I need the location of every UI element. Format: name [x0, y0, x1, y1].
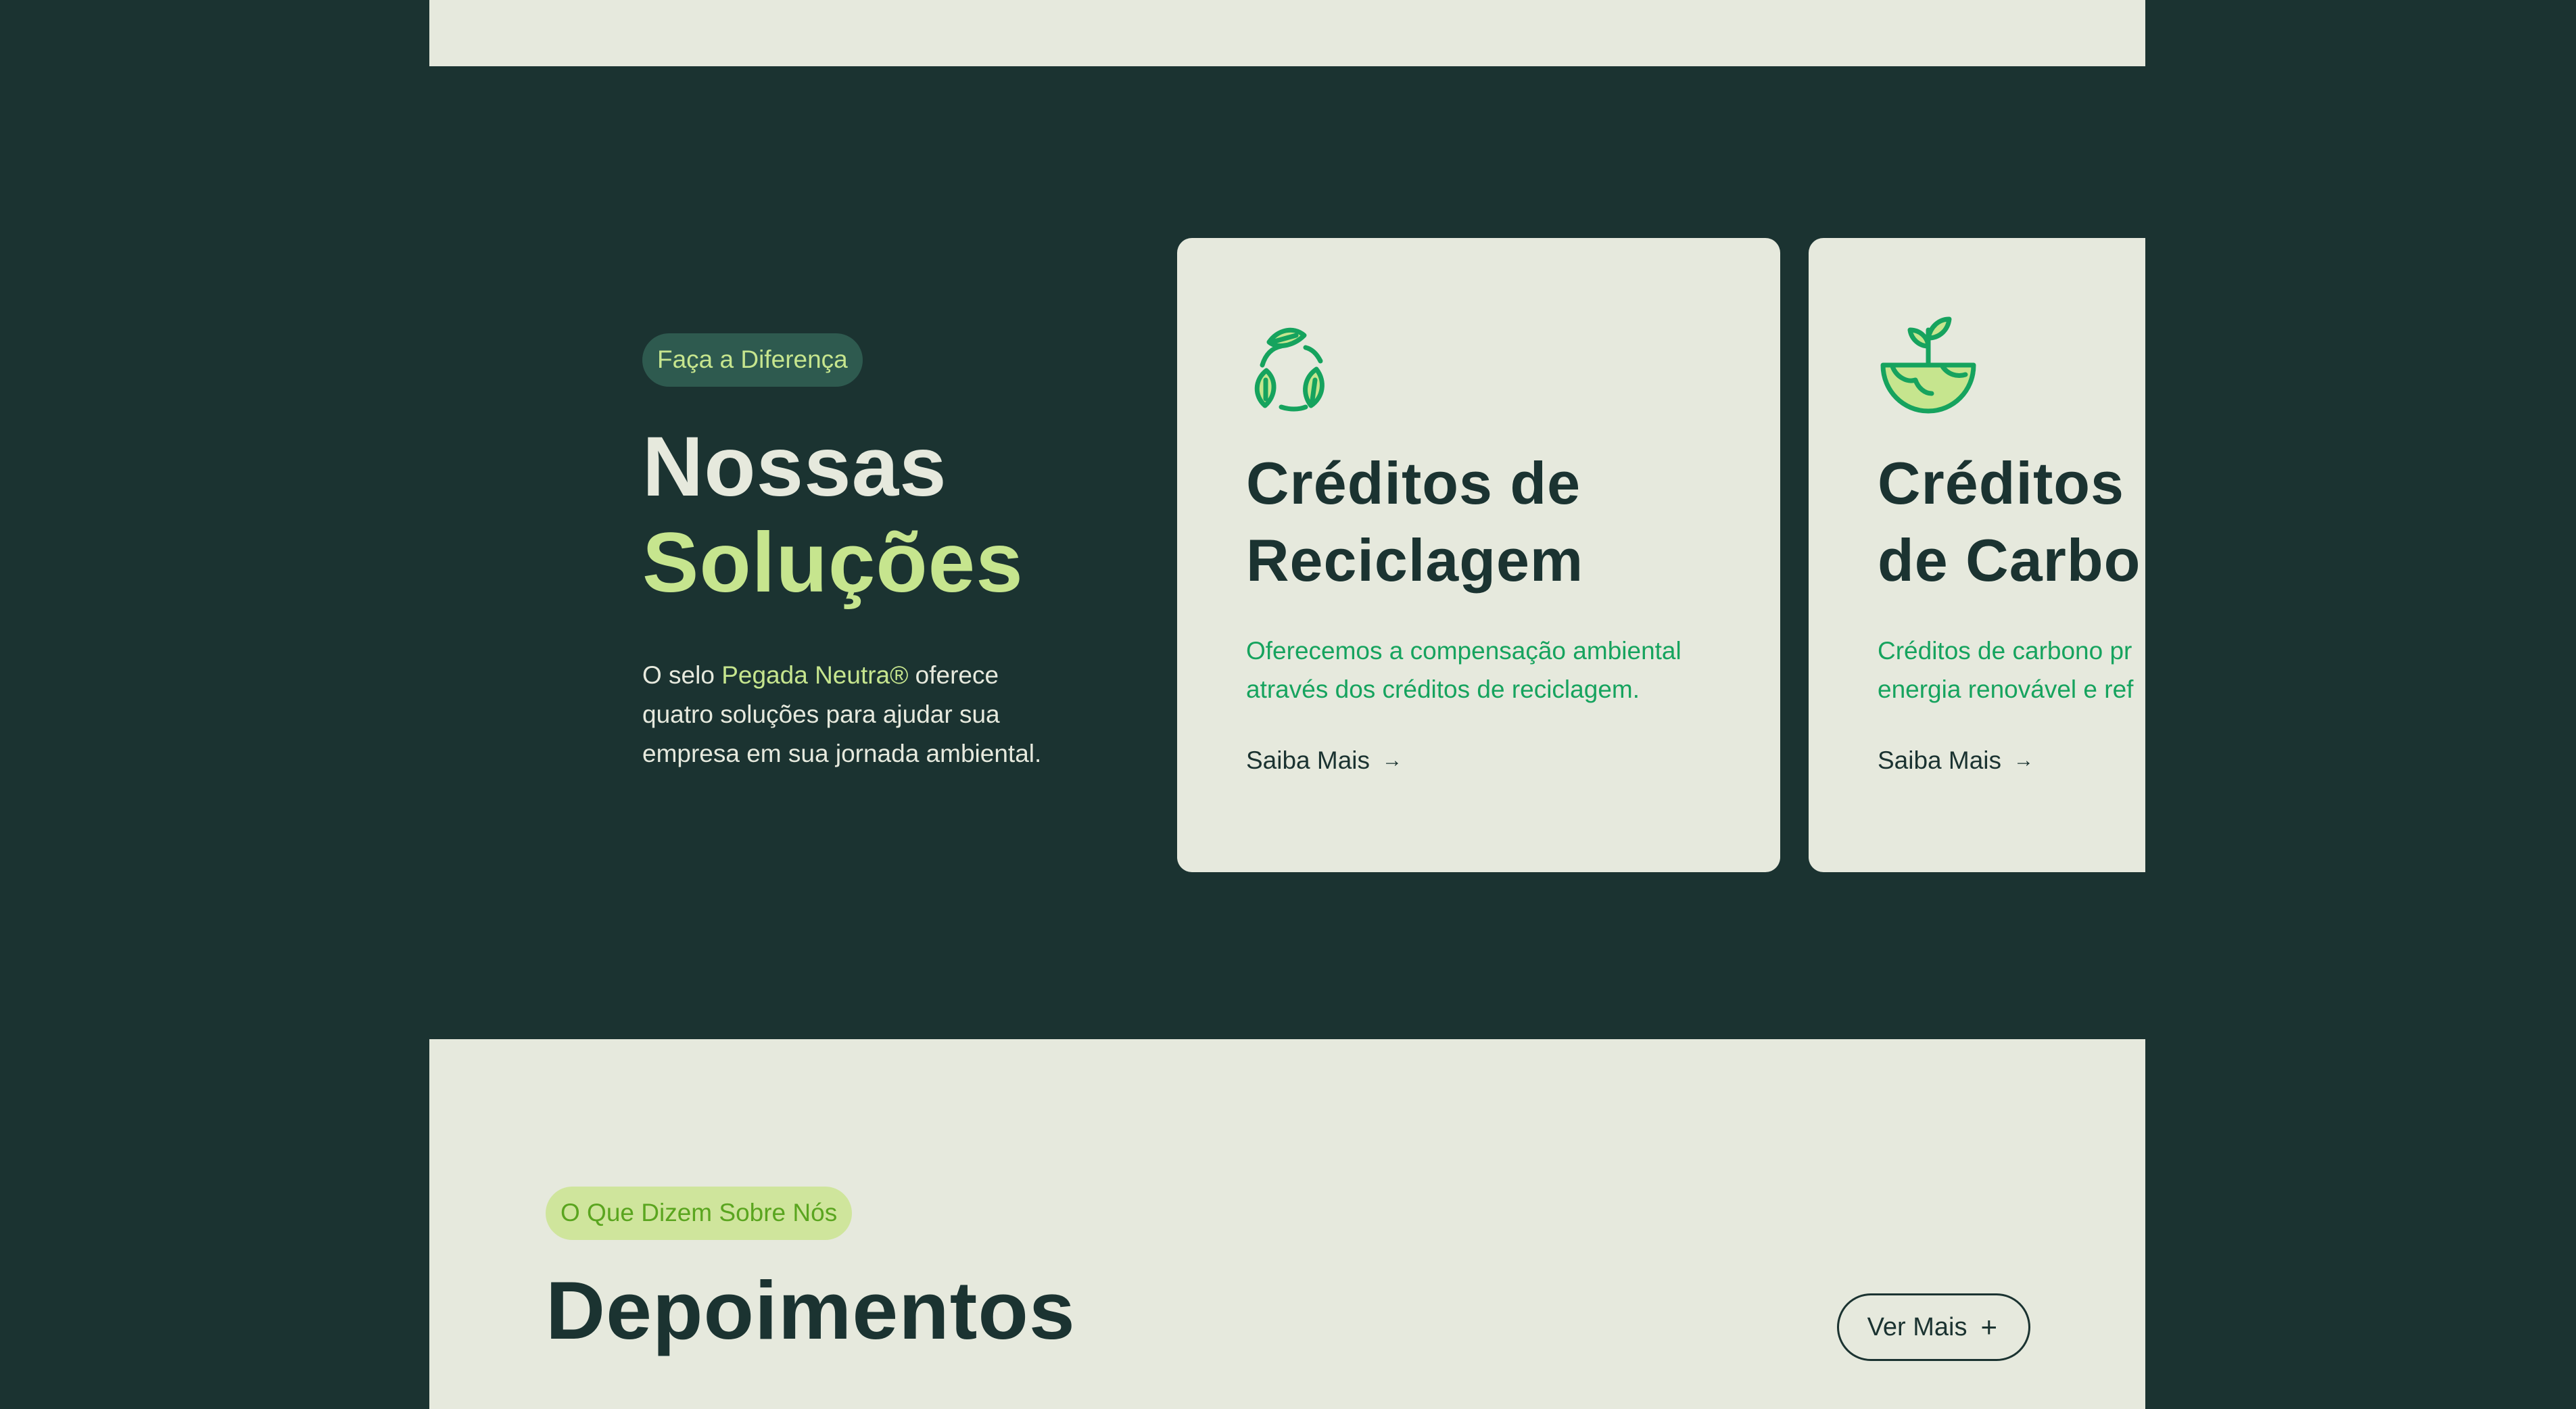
solutions-description: O selo Pegada Neutra® oferece quatro sol… [642, 656, 1075, 773]
learn-more-label: Saiba Mais [1246, 746, 1370, 774]
testimonials-section: O Que Dizem Sobre Nós Depoimentos Ver Ma… [429, 1039, 2145, 1409]
learn-more-link[interactable]: Saiba Mais → [1246, 746, 1402, 775]
card-title-line2: Reciclagem [1246, 527, 1584, 594]
solutions-carousel: Créditos de Reciclagem Oferecemos a comp… [1177, 238, 2145, 872]
testimonials-badge: O Que Dizem Sobre Nós [546, 1187, 853, 1240]
solutions-title-line1: Nossas [642, 420, 947, 514]
learn-more-link[interactable]: Saiba Mais → [1878, 746, 2034, 775]
card-description: Créditos de carbono pr energia renovável… [1878, 631, 2145, 709]
solution-card-recycling[interactable]: Créditos de Reciclagem Oferecemos a comp… [1177, 238, 1780, 872]
card-title: Créditos de Carbo [1878, 445, 2145, 599]
recycle-leaves-icon [1254, 327, 1325, 412]
solutions-title: Nossas Soluções [642, 419, 1116, 611]
solutions-intro: Faça a Diferença Nossas Soluções O selo … [642, 333, 1116, 773]
card-description-line1: Oferecemos a compensação ambiental [1246, 637, 1681, 665]
arrow-right-icon: → [2013, 749, 2034, 771]
solutions-badge: Faça a Diferença [642, 333, 863, 387]
solutions-title-line2: Soluções [642, 516, 1024, 610]
card-description: Oferecemos a compensação ambiental atrav… [1246, 631, 1713, 709]
arrow-right-icon: → [1382, 749, 1403, 771]
brand-highlight: Pegada Neutra® [721, 661, 909, 689]
see-more-button[interactable]: Ver Mais + [1836, 1293, 2030, 1361]
card-description-line2: através dos créditos de reciclagem. [1246, 675, 1640, 703]
card-title-line2: de Carbo [1878, 527, 2141, 594]
previous-section-strip [429, 0, 2145, 66]
solutions-description-prefix: O selo [642, 661, 722, 689]
plus-icon: + [1980, 1311, 1997, 1343]
card-title-line1: Créditos [1878, 450, 2124, 517]
globe-sprout-icon [1880, 316, 1976, 414]
card-title-line1: Créditos de [1246, 450, 1581, 517]
page: Faça a Diferença Nossas Soluções O selo … [0, 0, 2576, 1409]
card-description-line2: energia renovável e ref [1878, 675, 2134, 703]
see-more-label: Ver Mais [1867, 1312, 1967, 1341]
learn-more-label: Saiba Mais [1878, 746, 2002, 774]
card-title: Créditos de Reciclagem [1246, 445, 1713, 599]
card-description-line1: Créditos de carbono pr [1878, 637, 2132, 665]
testimonials-header: O Que Dizem Sobre Nós Depoimentos [546, 1187, 1076, 1358]
solution-card-carbon[interactable]: Créditos de Carbo Créditos de carbono pr… [1809, 238, 2145, 872]
testimonials-title: Depoimentos [546, 1264, 1076, 1356]
